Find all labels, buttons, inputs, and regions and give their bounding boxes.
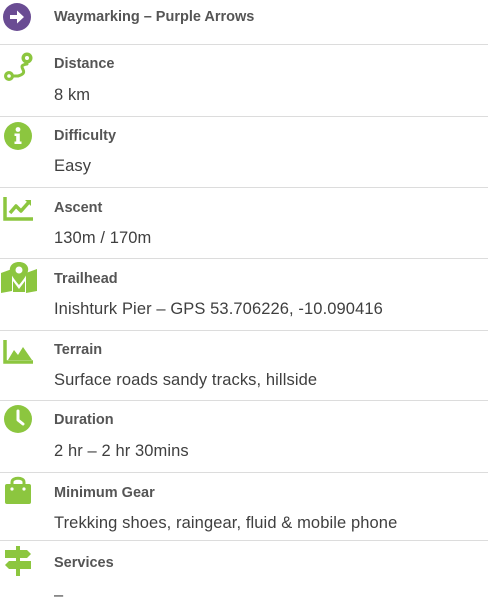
duration-label: Duration	[54, 412, 114, 428]
divider	[0, 330, 488, 331]
trend-chart-icon	[3, 197, 33, 221]
ascent-value: 130m / 170m	[54, 229, 152, 247]
terrain-label: Terrain	[54, 342, 103, 358]
minimum-gear-value: Trekking shoes, raingear, fluid & mobile…	[54, 514, 398, 532]
mountain-icon	[3, 340, 33, 364]
route-icon	[4, 52, 33, 81]
distance-value: 8 km	[54, 86, 91, 104]
duration-value: 2 hr – 2 hr 30mins	[54, 442, 189, 460]
divider	[0, 44, 488, 45]
difficulty-value: Easy	[54, 157, 92, 175]
signpost-icon	[5, 546, 31, 576]
services-value: –	[54, 586, 64, 604]
divider	[0, 116, 488, 117]
distance-label: Distance	[54, 56, 115, 72]
divider	[0, 540, 488, 541]
waymarking-label: Waymarking – Purple Arrows	[54, 9, 255, 25]
terrain-value: Surface roads sandy tracks, hillside	[54, 371, 318, 389]
trailhead-label: Trailhead	[54, 271, 118, 287]
clock-icon	[4, 405, 32, 433]
arrow-right-circle-icon	[3, 3, 31, 31]
services-label: Services	[54, 555, 114, 571]
bag-icon	[5, 476, 31, 504]
difficulty-label: Difficulty	[54, 128, 117, 144]
map-pin-icon	[1, 262, 37, 293]
info-circle-icon	[4, 122, 32, 150]
divider	[0, 187, 488, 188]
ascent-label: Ascent	[54, 200, 103, 216]
divider	[0, 400, 488, 401]
divider	[0, 472, 488, 473]
trailhead-value: Inishturk Pier – GPS 53.706226, -10.0904…	[54, 300, 383, 318]
minimum-gear-label: Minimum Gear	[54, 485, 155, 501]
divider	[0, 258, 488, 259]
